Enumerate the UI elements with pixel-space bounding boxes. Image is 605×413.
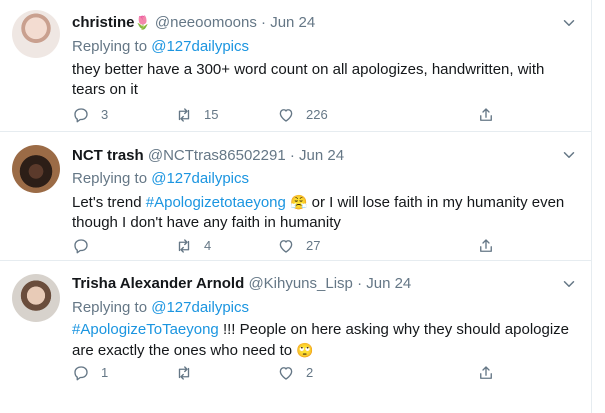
retweet-button[interactable]: 4 [175, 236, 211, 256]
replying-to: Replying to @127dailypics [72, 169, 249, 189]
replying-to-link[interactable]: @127dailypics [151, 170, 249, 187]
like-icon [279, 109, 293, 122]
like-count: 226 [306, 107, 328, 122]
tweet-text: Let's trend #Apologizetotaeyong 😤 or I w… [72, 192, 577, 233]
like-button[interactable]: 226 [277, 105, 328, 125]
separator-dot: · [261, 14, 267, 31]
replying-to: Replying to @127dailypics [72, 37, 249, 57]
retweet-icon [178, 239, 190, 253]
reply-icon [74, 108, 88, 123]
display-name[interactable]: Trisha Alexander Arnold [72, 275, 244, 292]
reply-icon [74, 239, 88, 254]
replying-prefix: Replying to [72, 299, 148, 316]
chevron-down-icon[interactable] [560, 14, 578, 32]
tweet-feed: christine🌷 @neeoomoons · Jun 24 Replying… [0, 0, 592, 413]
reply-button[interactable]: 3 [72, 105, 108, 125]
retweet-count: 4 [204, 238, 212, 253]
separator-dot: · [357, 275, 363, 292]
tweet-actions: 4 27 [72, 236, 512, 256]
like-button[interactable]: 27 [277, 236, 320, 256]
chevron-down-icon[interactable] [560, 275, 578, 293]
retweet-button[interactable]: 15 [175, 105, 218, 125]
tweet-header: Trisha Alexander Arnold @Kihyuns_Lisp · … [72, 274, 411, 294]
retweet-button[interactable] [175, 363, 204, 383]
steam-emoji: 😤 [290, 194, 308, 210]
like-count: 2 [306, 365, 314, 380]
tweet-date[interactable]: Jun 24 [299, 147, 344, 164]
retweet-icon [178, 366, 190, 380]
reply-button[interactable] [72, 236, 101, 256]
like-icon [279, 240, 293, 253]
tweet[interactable]: christine🌷 @neeoomoons · Jun 24 Replying… [0, 0, 591, 132]
tweet-actions: 1 2 [72, 363, 512, 383]
share-icon [480, 108, 492, 121]
share-button[interactable] [477, 236, 495, 256]
hashtag-link[interactable]: #ApologizeToTaeyong [72, 321, 219, 338]
tweet-date[interactable]: Jun 24 [270, 14, 315, 31]
handle[interactable]: @NCTtras86502291 [148, 147, 286, 164]
handle[interactable]: @Kihyuns_Lisp [248, 275, 352, 292]
tweet[interactable]: Trisha Alexander Arnold @Kihyuns_Lisp · … [0, 261, 591, 413]
display-name[interactable]: christine [72, 14, 135, 31]
replying-prefix: Replying to [72, 38, 148, 55]
replying-to: Replying to @127dailypics [72, 298, 249, 318]
retweet-icon [178, 108, 190, 122]
chevron-down-icon[interactable] [560, 146, 578, 164]
display-name[interactable]: NCT trash [72, 147, 144, 164]
tweet-date[interactable]: Jun 24 [366, 275, 411, 292]
like-button[interactable]: 2 [277, 363, 313, 383]
like-icon [279, 367, 293, 380]
avatar[interactable] [12, 145, 60, 193]
share-icon [480, 366, 492, 379]
tulip-emoji: 🌷 [134, 15, 151, 30]
tweet-header: christine🌷 @neeoomoons · Jun 24 [72, 13, 315, 33]
eye-roll-emoji: 🙄 [296, 342, 314, 358]
handle[interactable]: @neeoomoons [155, 14, 257, 31]
like-count: 27 [306, 238, 321, 253]
replying-prefix: Replying to [72, 170, 148, 187]
separator-dot: · [289, 147, 295, 164]
replying-to-link[interactable]: @127dailypics [151, 38, 249, 55]
share-icon [480, 239, 492, 252]
tweet-text: #ApologizeToTaeyong !!! People on here a… [72, 320, 577, 361]
avatar[interactable] [12, 10, 60, 58]
replying-to-link[interactable]: @127dailypics [151, 299, 249, 316]
avatar[interactable] [12, 274, 60, 322]
tweet-text: they better have a 300+ word count on al… [72, 61, 545, 98]
hashtag-link[interactable]: #Apologizetotaeyong [146, 194, 286, 211]
tweet[interactable]: NCT trash @NCTtras86502291 · Jun 24 Repl… [0, 132, 591, 261]
tweet-header: NCT trash @NCTtras86502291 · Jun 24 [72, 146, 344, 166]
share-button[interactable] [477, 363, 495, 383]
tweet-actions: 3 15 226 [72, 105, 512, 125]
tweet-text-start: Let's trend [72, 194, 142, 211]
reply-count: 1 [101, 365, 109, 380]
reply-icon [74, 366, 88, 381]
reply-button[interactable]: 1 [72, 363, 108, 383]
share-button[interactable] [477, 105, 495, 125]
reply-count: 3 [101, 107, 109, 122]
retweet-count: 15 [204, 107, 219, 122]
